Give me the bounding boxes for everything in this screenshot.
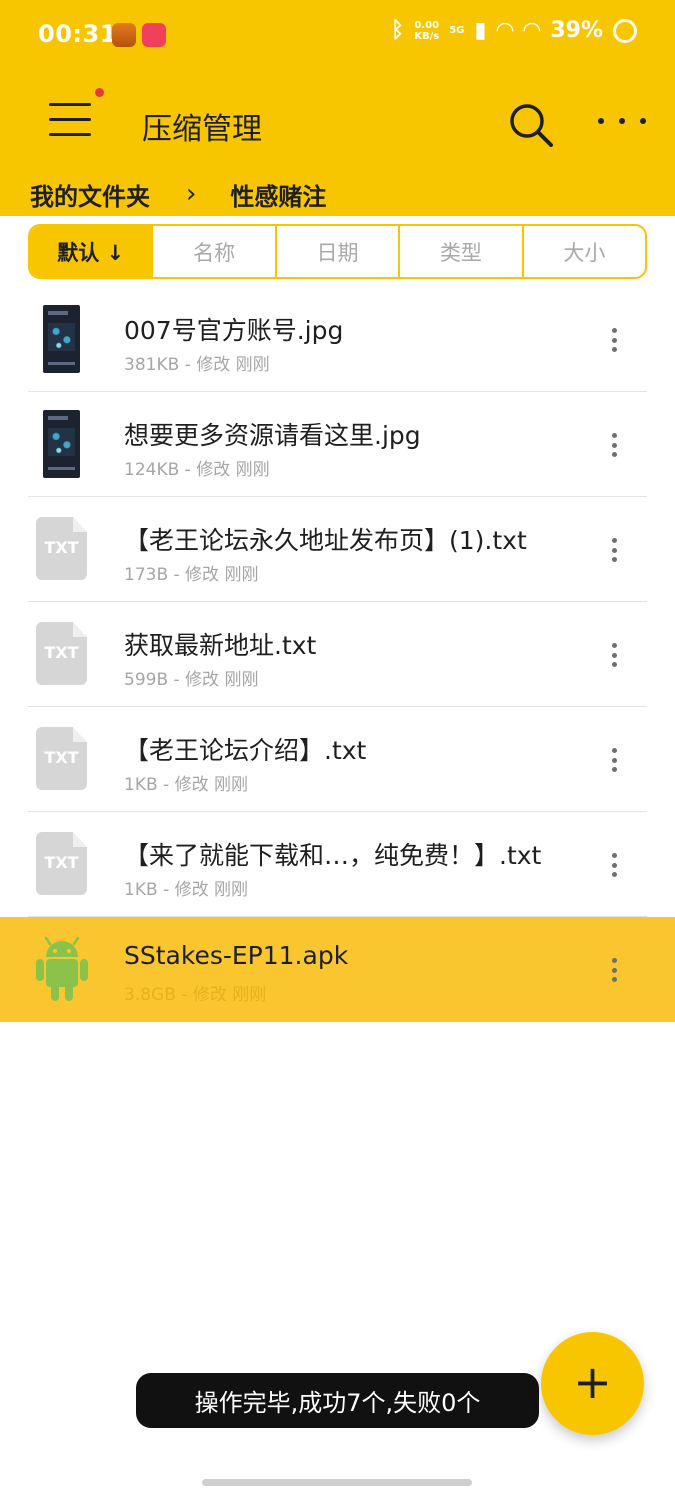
file-meta: 381KB - 修改 刚刚 <box>124 355 270 375</box>
breadcrumb-parent[interactable]: 我的文件夹 <box>30 177 150 212</box>
file-meta: 124KB - 修改 刚刚 <box>124 460 270 480</box>
row-more-button[interactable] <box>604 643 624 667</box>
gesture-navigation-handle[interactable] <box>202 1479 472 1486</box>
wifi-icon: ◠ <box>496 17 514 43</box>
file-row-selected[interactable]: SStakes-EP11.apk 3.8GB - 修改 刚刚 <box>0 917 675 1022</box>
status-indicators: ᛒ 0.00 KB/s 5G ▮ ◠ ◠ 39% <box>391 18 637 43</box>
file-name: 【老王论坛介绍】.txt <box>124 736 367 765</box>
bluetooth-icon: ᛒ <box>391 17 405 43</box>
notification-dot-icon <box>95 88 104 97</box>
network-type: 5G <box>449 24 465 36</box>
file-name: SStakes-EP11.apk <box>124 941 349 970</box>
sort-segmented-control: 默认 ↓ 名称 日期 类型 大小 <box>28 224 647 279</box>
file-row[interactable]: 想要更多资源请看这里.jpg 124KB - 修改 刚刚 <box>0 392 675 497</box>
status-time: 00:31 <box>38 20 117 48</box>
txt-icon-label: TXT <box>44 643 79 662</box>
image-thumbnail-icon <box>43 410 80 478</box>
more-options-button[interactable] <box>598 115 646 127</box>
row-more-button[interactable] <box>604 748 624 772</box>
more-vertical-icon <box>611 748 617 753</box>
file-name: 【来了就能下载和…，纯免费！】.txt <box>124 841 542 870</box>
row-more-button[interactable] <box>604 853 624 877</box>
menu-line-icon <box>49 118 91 121</box>
file-meta: 599B - 修改 刚刚 <box>124 670 259 690</box>
battery-icon <box>613 18 637 43</box>
more-vertical-icon <box>611 538 617 543</box>
file-row[interactable]: 007号官方账号.jpg 381KB - 修改 刚刚 <box>0 287 675 392</box>
file-row[interactable]: TXT 【老王论坛介绍】.txt 1KB - 修改 刚刚 <box>0 707 675 812</box>
txt-icon-label: TXT <box>44 748 79 767</box>
more-dot-icon <box>640 118 646 124</box>
status-bar: 00:31 ᛒ 0.00 KB/s 5G ▮ ◠ ◠ 39% <box>0 0 675 72</box>
add-button[interactable]: + <box>541 1332 644 1435</box>
file-meta: 1KB - 修改 刚刚 <box>124 880 248 900</box>
more-dot-icon <box>598 118 604 124</box>
breadcrumb-current: 性感赌注 <box>230 182 327 211</box>
top-header: 00:31 ᛒ 0.00 KB/s 5G ▮ ◠ ◠ 39% 压缩管理 我的文件… <box>0 0 675 216</box>
row-more-button[interactable] <box>604 538 624 562</box>
row-more-button[interactable] <box>604 328 624 352</box>
search-button[interactable] <box>506 100 556 150</box>
chevron-right-icon: › <box>186 179 197 209</box>
more-vertical-icon <box>611 433 617 438</box>
more-dot-icon <box>619 118 625 124</box>
menu-line-icon <box>49 133 91 136</box>
notification-app-icon <box>112 23 136 47</box>
network-speed-value: 0.00 <box>414 19 440 31</box>
file-meta: 1KB - 修改 刚刚 <box>124 775 248 795</box>
menu-line-icon <box>49 103 91 106</box>
file-name: 007号官方账号.jpg <box>124 316 344 345</box>
android-icon <box>36 936 88 1001</box>
app-bar: 压缩管理 <box>0 72 675 172</box>
menu-button[interactable] <box>49 88 104 139</box>
notification-app-icon <box>142 23 166 47</box>
txt-file-icon: TXT <box>36 832 87 895</box>
network-speed: 0.00 KB/s <box>414 20 439 42</box>
image-thumbnail-icon <box>43 305 80 373</box>
sort-tab-date[interactable]: 日期 <box>277 226 401 277</box>
file-name: 获取最新地址.txt <box>124 631 317 660</box>
wifi-icon-secondary: ◠ <box>523 17 541 43</box>
txt-file-icon: TXT <box>36 622 87 685</box>
more-vertical-icon <box>611 853 617 858</box>
txt-icon-label: TXT <box>44 853 79 872</box>
sort-tab-size[interactable]: 大小 <box>524 226 645 277</box>
txt-file-icon: TXT <box>36 727 87 790</box>
page-title: 压缩管理 <box>142 112 262 147</box>
txt-file-icon: TXT <box>36 517 87 580</box>
file-name: 想要更多资源请看这里.jpg <box>124 421 421 450</box>
battery-text: 39% <box>550 18 603 43</box>
breadcrumb: 我的文件夹 › 性感赌注 <box>30 176 326 212</box>
sort-tab-name[interactable]: 名称 <box>153 226 277 277</box>
file-meta: 3.8GB - 修改 刚刚 <box>124 985 267 1005</box>
file-row[interactable]: TXT 获取最新地址.txt 599B - 修改 刚刚 <box>0 602 675 707</box>
file-name: 【老王论坛永久地址发布页】(1).txt <box>124 526 527 555</box>
txt-icon-label: TXT <box>44 538 79 557</box>
row-more-button[interactable] <box>604 958 624 982</box>
file-row[interactable]: TXT 【老王论坛永久地址发布页】(1).txt 173B - 修改 刚刚 <box>0 497 675 602</box>
plus-icon: + <box>573 1354 612 1409</box>
sort-tab-type[interactable]: 类型 <box>400 226 524 277</box>
more-vertical-icon <box>611 958 617 963</box>
toast-message: 操作完毕,成功7个,失败0个 <box>136 1373 539 1428</box>
file-meta: 173B - 修改 刚刚 <box>124 565 259 585</box>
row-more-button[interactable] <box>604 433 624 457</box>
file-list: 007号官方账号.jpg 381KB - 修改 刚刚 想要更多资源请看这里.jp… <box>0 287 675 1022</box>
signal-icon: ▮ <box>474 17 487 43</box>
network-speed-unit: KB/s <box>414 30 440 42</box>
search-icon <box>510 104 553 147</box>
more-vertical-icon <box>611 328 617 333</box>
file-row[interactable]: TXT 【来了就能下载和…，纯免费！】.txt 1KB - 修改 刚刚 <box>0 812 675 917</box>
sort-tab-default[interactable]: 默认 ↓ <box>30 226 154 277</box>
more-vertical-icon <box>611 643 617 648</box>
